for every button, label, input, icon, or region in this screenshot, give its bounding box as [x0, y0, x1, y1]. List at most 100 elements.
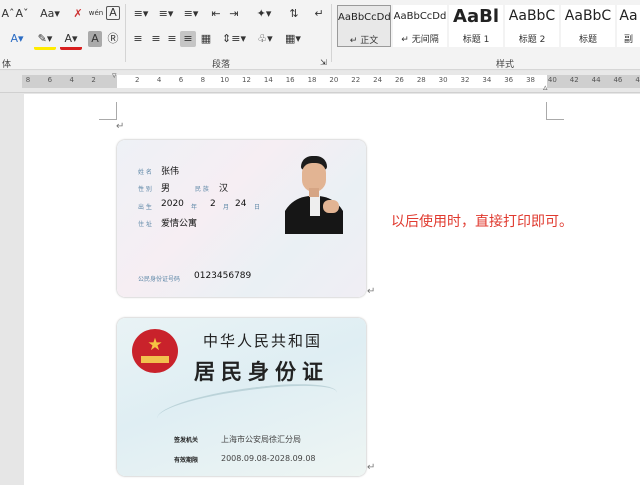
- ruler-tick-label: 30: [438, 76, 448, 84]
- year-unit: 年: [191, 204, 198, 211]
- ruler-tick-label: 20: [329, 76, 339, 84]
- show-marks-icon[interactable]: ↵: [312, 6, 326, 22]
- paragraph-mark-icon: ↵: [367, 286, 376, 297]
- nation-value: 汉: [219, 184, 229, 194]
- style-heading-2[interactable]: AaBbC 标题 2: [505, 5, 559, 47]
- distributed-icon[interactable]: ▦: [198, 31, 214, 47]
- ruler-tick-label: 32: [460, 76, 470, 84]
- national-emblem-icon: ★: [132, 329, 178, 373]
- authority-label: 签发机关: [174, 437, 199, 444]
- font-group-label: 体: [2, 60, 12, 70]
- decrease-indent-icon[interactable]: ⇤: [208, 6, 224, 22]
- style-normal[interactable]: AaBbCcDd ↵ 正文: [337, 5, 391, 47]
- birth-label: 出 生: [138, 204, 152, 211]
- shading-icon[interactable]: ♧▾: [254, 31, 276, 47]
- id-card-back[interactable]: ★ 中华人民共和国 居民身份证 签发机关 上海市公安局徐汇分局 有效期限 200…: [117, 318, 366, 476]
- ruler-tick-label: 38: [526, 76, 536, 84]
- ruler-tick-label: 16: [285, 76, 295, 84]
- style-heading-1[interactable]: AaBl 标题 1: [449, 5, 503, 47]
- ruler-tick-label: 4: [156, 76, 162, 84]
- sex-value: 男: [161, 184, 171, 194]
- multilevel-list-icon[interactable]: ≡▾: [180, 6, 202, 22]
- id-number-value: 0123456789: [194, 271, 252, 281]
- align-center-icon[interactable]: ≡: [148, 31, 164, 47]
- change-case-button[interactable]: Aa▾: [38, 6, 62, 22]
- birth-year: 2020: [161, 199, 184, 209]
- highlight-color-icon[interactable]: ✎▾: [34, 31, 56, 50]
- enclose-char-icon[interactable]: Ⓡ: [106, 31, 120, 47]
- ruler-tick-label: 42: [569, 76, 579, 84]
- ruler-tick-label: 26: [394, 76, 404, 84]
- separator: [331, 4, 332, 62]
- document-page[interactable]: ↵ 姓 名 张伟 性 别 男 民 族 汉 出 生 2020 年 2 月 24 日…: [24, 94, 640, 485]
- month-unit: 月: [223, 204, 230, 211]
- text-effects-icon[interactable]: A▾: [6, 31, 28, 47]
- align-left-icon[interactable]: ≡: [130, 31, 146, 47]
- char-border-button[interactable]: A: [106, 6, 120, 20]
- ruler-tick-label: 12: [242, 76, 251, 84]
- shrink-font-button[interactable]: Aˇ: [14, 6, 30, 22]
- ruler-tick-label: 6: [47, 76, 53, 84]
- style-subtitle[interactable]: Aa 副: [617, 5, 640, 47]
- ruler-tick-label: 40: [547, 76, 557, 84]
- instruction-note: 以后使用时，直接打印即可。: [391, 214, 573, 230]
- increase-indent-icon[interactable]: ⇥: [226, 6, 242, 22]
- ruler-tick-label: 44: [591, 76, 601, 84]
- portrait-photo: [285, 152, 343, 234]
- paragraph-group-label: 段落: [212, 60, 231, 70]
- sort-icon[interactable]: ⇅: [286, 6, 302, 22]
- paragraph-mark-icon: ↵: [367, 462, 376, 473]
- ruler-tick-label: 2: [135, 76, 140, 84]
- paragraph-launcher-icon[interactable]: ⇲: [320, 55, 327, 71]
- margin-corner-tr: [546, 102, 564, 120]
- style-no-spacing[interactable]: AaBbCcDd ↵ 无间隔: [393, 5, 447, 47]
- margin-corner-tl: [99, 102, 117, 120]
- clear-format-icon[interactable]: ✗: [70, 6, 86, 22]
- day-unit: 日: [254, 204, 261, 211]
- char-shading-icon[interactable]: A: [88, 31, 102, 47]
- ruler-tick-label: 6: [178, 76, 184, 84]
- borders-icon[interactable]: ▦▾: [282, 31, 304, 47]
- ruler-tick-label: 4: [69, 76, 74, 84]
- birth-month: 2: [210, 199, 216, 209]
- style-title[interactable]: AaBbC 标题: [561, 5, 615, 47]
- align-right-icon[interactable]: ≡: [164, 31, 180, 47]
- bullets-icon[interactable]: ≡▾: [130, 6, 152, 22]
- ruler-tick-label: 14: [263, 76, 273, 84]
- nation-label: 民 族: [195, 186, 209, 193]
- address-value: 爱情公寓: [161, 219, 198, 229]
- ruler-tick-label: 22: [351, 76, 361, 84]
- right-indent-marker-icon[interactable]: ▵: [543, 83, 548, 93]
- horizontal-ruler[interactable]: 8 6 4 2 2 4 6 8 10 12 14 16 18 20 22 24 26 28 30 32 34 36 38 40…: [0, 71, 640, 93]
- justify-icon[interactable]: ≡: [180, 31, 196, 47]
- great-wall-watermark: [157, 378, 337, 433]
- indent-marker-icon[interactable]: ▿: [112, 71, 117, 81]
- id-card-front[interactable]: 姓 名 张伟 性 别 男 民 族 汉 出 生 2020 年 2 月 24 日 住…: [117, 140, 366, 297]
- line-spacing-icon[interactable]: ⇕≡▾: [222, 31, 246, 47]
- ruler-tick-label: 18: [307, 76, 317, 84]
- name-value: 张伟: [161, 167, 180, 177]
- separator: [125, 4, 126, 62]
- address-label: 住 址: [138, 221, 152, 228]
- ruler-tick-label: 10: [220, 76, 230, 84]
- ruler-tick-label: 8: [25, 76, 31, 84]
- sex-label: 性 别: [138, 186, 152, 193]
- authority-value: 上海市公安局徐汇分局: [221, 435, 301, 444]
- id-number-label: 公民身份证号码: [138, 276, 181, 283]
- font-color-icon[interactable]: A▾: [60, 31, 82, 50]
- ruler-tick-label: 36: [504, 76, 514, 84]
- name-label: 姓 名: [138, 169, 152, 176]
- ruler-tick-label: 8: [200, 76, 206, 84]
- birth-day: 24: [235, 199, 247, 209]
- numbering-icon[interactable]: ≡▾: [155, 6, 177, 22]
- paragraph-mark-icon: ↵: [116, 121, 125, 132]
- phonetic-guide-button[interactable]: wén: [88, 5, 104, 21]
- validity-label: 有效期限: [174, 457, 199, 464]
- chinese-layout-icon[interactable]: ✦▾: [252, 6, 276, 22]
- country-title: 中华人民共和国: [203, 332, 323, 350]
- card-title: 居民身份证: [194, 359, 329, 384]
- ruler-tick-label: 28: [416, 76, 426, 84]
- ruler-tick-label: 24: [373, 76, 383, 84]
- ruler-tick-label: 46: [613, 76, 623, 84]
- styles-group-label: 样式: [496, 60, 515, 70]
